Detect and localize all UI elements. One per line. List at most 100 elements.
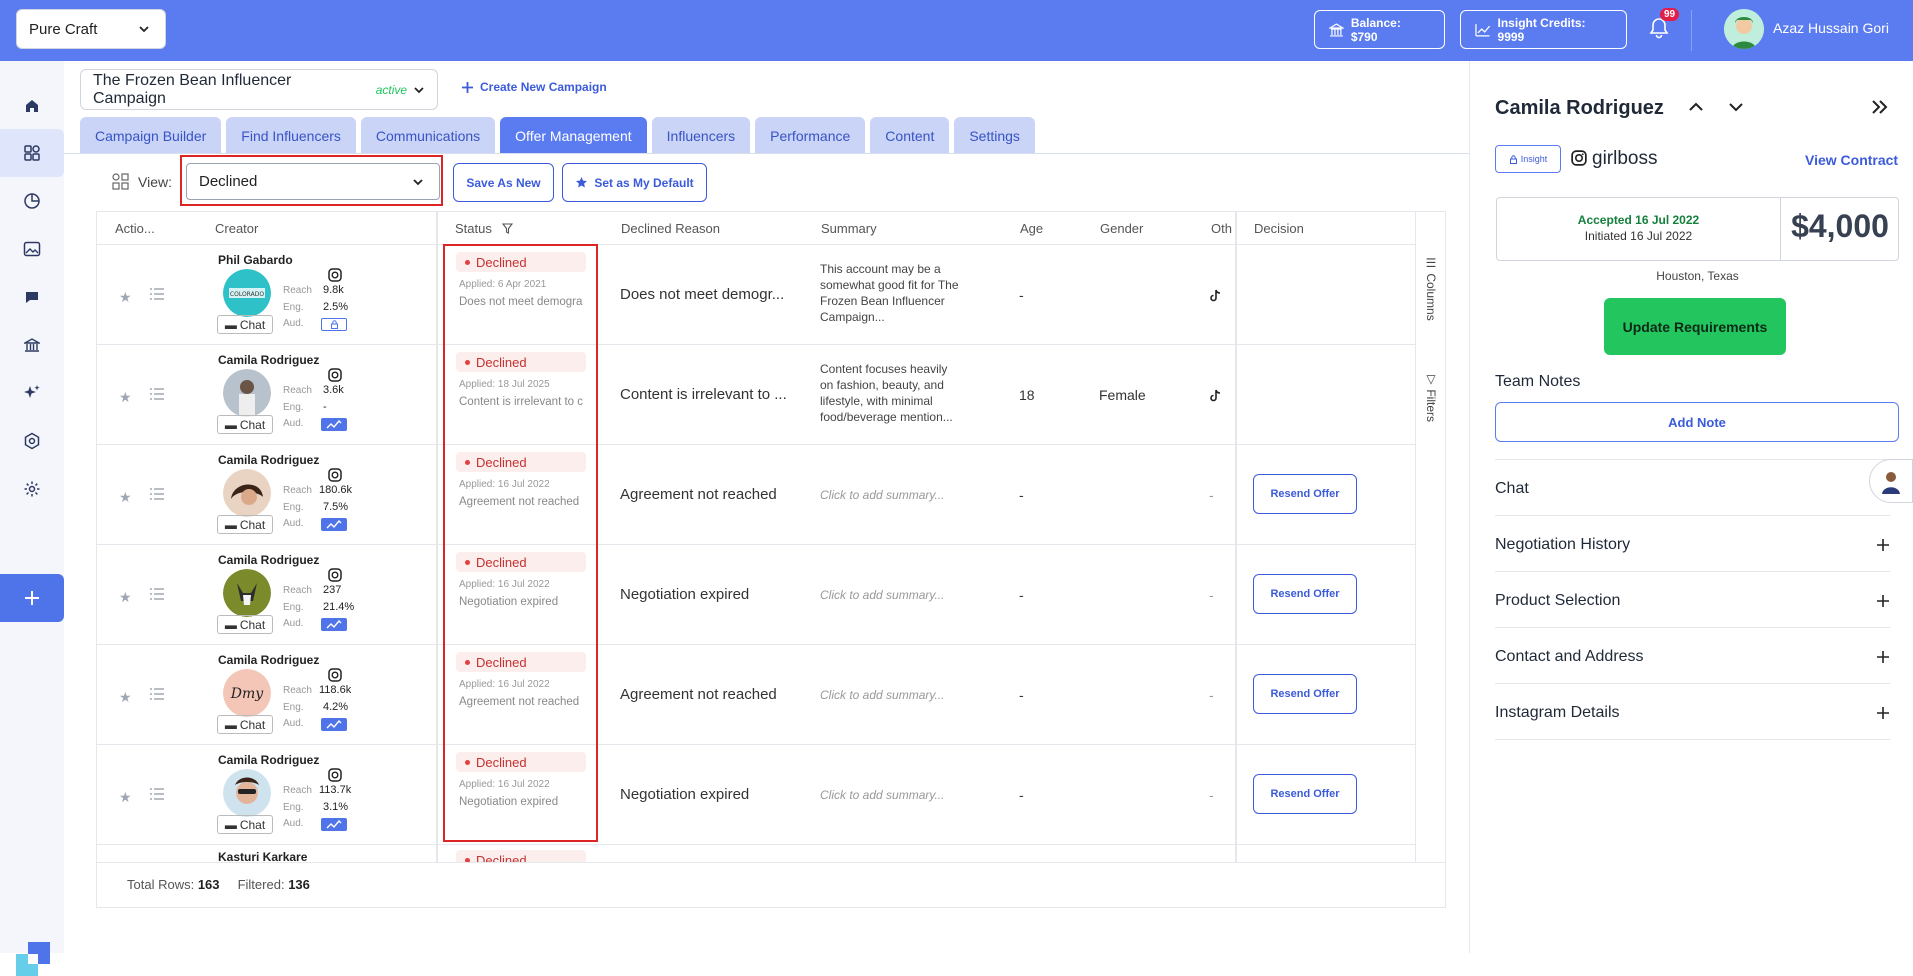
sidebar-item-ai[interactable] [0, 369, 64, 417]
save-as-new-button[interactable]: Save As New [453, 163, 554, 202]
filter-icon[interactable] [502, 223, 513, 234]
declined-reason[interactable]: Negotiation expired [620, 586, 788, 603]
section-chat[interactable]: Chat [1495, 459, 1890, 515]
sidebar-item-content[interactable] [0, 225, 64, 273]
chat-button[interactable]: ▬ Chat [217, 815, 273, 834]
resend-offer-button[interactable]: Resend Offer [1253, 674, 1357, 714]
list-icon[interactable] [149, 687, 165, 701]
declined-reason[interactable]: Negotiation expired [620, 786, 788, 803]
audience-chart-badge[interactable] [321, 518, 347, 531]
table-row[interactable]: ★ Phil Gabardo COLORADO Reach 9.8k Eng. … [97, 245, 1415, 345]
star-icon[interactable]: ★ [119, 489, 132, 506]
chevron-up-icon[interactable] [1688, 100, 1704, 114]
column-header-actions[interactable]: Actio... [115, 221, 155, 236]
column-header-summary[interactable]: Summary [821, 221, 877, 236]
summary-text[interactable]: This account may be a somewhat good fit … [820, 261, 960, 325]
declined-reason[interactable]: Does not meet demogr... [620, 286, 788, 303]
list-icon[interactable] [149, 387, 165, 401]
declined-reason[interactable]: Content is irrelevant to ... [620, 386, 788, 403]
summary-placeholder[interactable]: Click to add summary... [820, 787, 970, 803]
user-avatar[interactable] [1724, 9, 1764, 49]
section-negotiation-history[interactable]: Negotiation History [1495, 515, 1890, 571]
creator-name[interactable]: Camila Rodriguez [218, 353, 319, 367]
sidebar-item-campaigns[interactable] [0, 129, 64, 177]
column-header-decision[interactable]: Decision [1254, 221, 1304, 236]
tab-find-influencers[interactable]: Find Influencers [226, 117, 356, 154]
list-icon[interactable] [149, 587, 165, 601]
star-icon[interactable]: ★ [119, 689, 132, 706]
star-icon[interactable]: ★ [119, 589, 132, 606]
column-header-gender[interactable]: Gender [1100, 221, 1143, 236]
star-icon[interactable]: ★ [119, 389, 132, 406]
audience-chart-badge[interactable] [321, 618, 347, 631]
sidebar-add-button[interactable] [0, 574, 64, 622]
column-header-age[interactable]: Age [1020, 221, 1043, 236]
table-row[interactable]: ★ Camila Rodriguez Reach 3.6k Eng. - Aud… [97, 345, 1415, 445]
campaign-select[interactable]: The Frozen Bean Influencer Campaign acti… [80, 69, 438, 110]
list-icon[interactable] [149, 287, 165, 301]
resend-offer-button[interactable]: Resend Offer [1253, 474, 1357, 514]
sidebar-item-settings[interactable] [0, 465, 64, 513]
table-row[interactable]: ★ Camila Rodriguez Dmy Reach 118.6k Eng.… [97, 645, 1415, 745]
balance-button[interactable]: Balance: $790 [1314, 10, 1445, 49]
sidebar-item-home[interactable] [0, 82, 64, 130]
sidebar-item-integrations[interactable] [0, 417, 64, 465]
column-header-creator[interactable]: Creator [215, 221, 258, 236]
summary-text[interactable]: Content focuses heavily on fashion, beau… [820, 361, 960, 425]
list-icon[interactable] [149, 787, 165, 801]
table-row[interactable]: ★ Camila Rodriguez Reach 237 Eng. 21.4% … [97, 545, 1415, 645]
table-row[interactable]: Kasturi Karkare Declined [97, 845, 1415, 862]
star-icon[interactable]: ★ [119, 289, 132, 306]
star-icon[interactable]: ★ [119, 789, 132, 806]
insight-credits-button[interactable]: Insight Credits: 9999 [1460, 10, 1627, 49]
audience-chart-badge[interactable] [321, 418, 347, 431]
view-select[interactable]: Declined [186, 163, 440, 200]
columns-tool[interactable]: ☰ Columns [1424, 256, 1438, 321]
chat-button[interactable]: ▬ Chat [217, 615, 273, 634]
summary-placeholder[interactable]: Click to add summary... [820, 687, 970, 703]
update-requirements-button[interactable]: Update Requirements [1604, 298, 1786, 355]
creator-name[interactable]: Camila Rodriguez [218, 753, 319, 767]
tab-settings[interactable]: Settings [954, 117, 1035, 154]
section-product-selection[interactable]: Product Selection [1495, 571, 1890, 627]
resend-offer-button[interactable]: Resend Offer [1253, 774, 1357, 814]
create-campaign-link[interactable]: Create New Campaign [461, 80, 607, 94]
creator-name[interactable]: Camila Rodriguez [218, 653, 319, 667]
resend-offer-button[interactable]: Resend Offer [1253, 574, 1357, 614]
floating-assistant-avatar[interactable] [1869, 459, 1913, 503]
sidebar-item-messages[interactable] [0, 273, 64, 321]
chat-button[interactable]: ▬ Chat [217, 715, 273, 734]
list-icon[interactable] [149, 487, 165, 501]
table-row[interactable]: ★ Camila Rodriguez Reach 180.6k Eng. 7.5… [97, 445, 1415, 545]
user-name[interactable]: Azaz Hussain Gori [1773, 20, 1889, 36]
audience-locked-badge[interactable] [321, 318, 347, 331]
chat-button[interactable]: ▬ Chat [217, 315, 273, 334]
chat-button[interactable]: ▬ Chat [217, 515, 273, 534]
instagram-handle[interactable]: girlboss [1592, 148, 1657, 170]
column-header-declined-reason[interactable]: Declined Reason [621, 221, 720, 236]
audience-chart-badge[interactable] [321, 718, 347, 731]
creator-name[interactable]: Kasturi Karkare [218, 850, 307, 862]
tab-performance[interactable]: Performance [755, 117, 866, 154]
tab-influencers[interactable]: Influencers [651, 117, 751, 154]
sidebar-item-analytics[interactable] [0, 177, 64, 225]
collapse-panel-icon[interactable] [1871, 99, 1889, 115]
tab-content[interactable]: Content [870, 117, 950, 154]
sidebar-item-finance[interactable] [0, 321, 64, 369]
view-contract-link[interactable]: View Contract [1805, 152, 1898, 168]
creator-name[interactable]: Phil Gabardo [218, 253, 293, 267]
tab-communications[interactable]: Communications [360, 117, 496, 154]
audience-chart-badge[interactable] [321, 818, 347, 831]
tab-campaign-builder[interactable]: Campaign Builder [80, 117, 222, 154]
section-instagram-details[interactable]: Instagram Details [1495, 683, 1890, 740]
declined-reason[interactable]: Agreement not reached [620, 486, 788, 503]
tab-offer-management[interactable]: Offer Management [500, 117, 647, 154]
creator-name[interactable]: Camila Rodriguez [218, 553, 319, 567]
chat-button[interactable]: ▬ Chat [217, 415, 273, 434]
column-header-other[interactable]: Oth [1211, 221, 1232, 236]
section-contact-address[interactable]: Contact and Address [1495, 627, 1890, 683]
column-header-status[interactable]: Status [455, 221, 492, 236]
creator-name[interactable]: Camila Rodriguez [218, 453, 319, 467]
summary-placeholder[interactable]: Click to add summary... [820, 487, 970, 503]
insight-button[interactable]: Insight [1495, 145, 1561, 173]
